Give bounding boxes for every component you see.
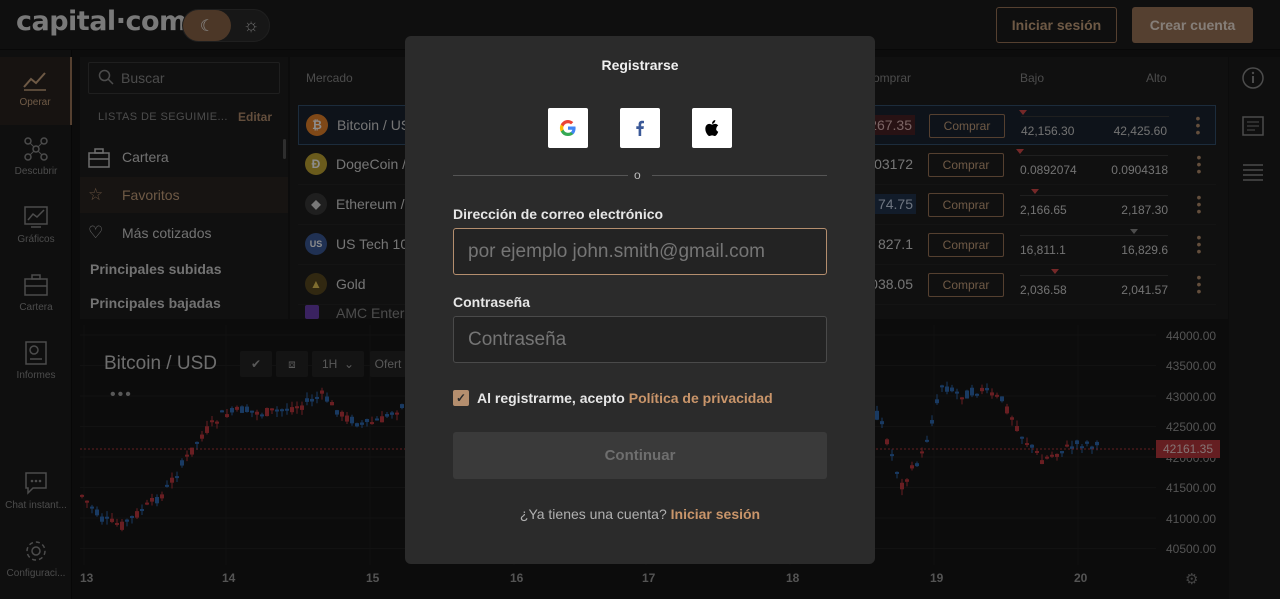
divider-right xyxy=(652,175,827,176)
apple-icon xyxy=(705,120,719,136)
apple-signin-button[interactable] xyxy=(692,108,732,148)
facebook-icon xyxy=(636,120,644,136)
divider-text: o xyxy=(634,168,641,182)
email-label: Dirección de correo electrónico xyxy=(453,206,664,222)
password-label: Contraseña xyxy=(453,294,531,310)
consent-label: Al registrarme, acepto xyxy=(477,390,629,406)
have-account-text: ¿Ya tienes una cuenta? Iniciar sesión xyxy=(405,506,875,522)
consent-text: Al registrarme, acepto Política de priva… xyxy=(477,390,773,406)
continue-button[interactable]: Continuar xyxy=(453,432,827,479)
email-field[interactable] xyxy=(453,228,827,275)
google-signin-button[interactable] xyxy=(548,108,588,148)
modal-title: Registrarse xyxy=(601,57,679,73)
privacy-checkbox[interactable]: ✓ xyxy=(453,390,469,406)
signup-modal: Registrarse o Dirección de correo electr… xyxy=(405,36,875,564)
divider-left xyxy=(453,175,628,176)
login-link[interactable]: Iniciar sesión xyxy=(671,506,760,522)
privacy-policy-link[interactable]: Política de privacidad xyxy=(629,390,773,406)
have-account-label: ¿Ya tienes una cuenta? xyxy=(519,506,671,522)
password-field[interactable] xyxy=(453,316,827,363)
facebook-signin-button[interactable] xyxy=(620,108,660,148)
google-icon xyxy=(559,120,576,137)
